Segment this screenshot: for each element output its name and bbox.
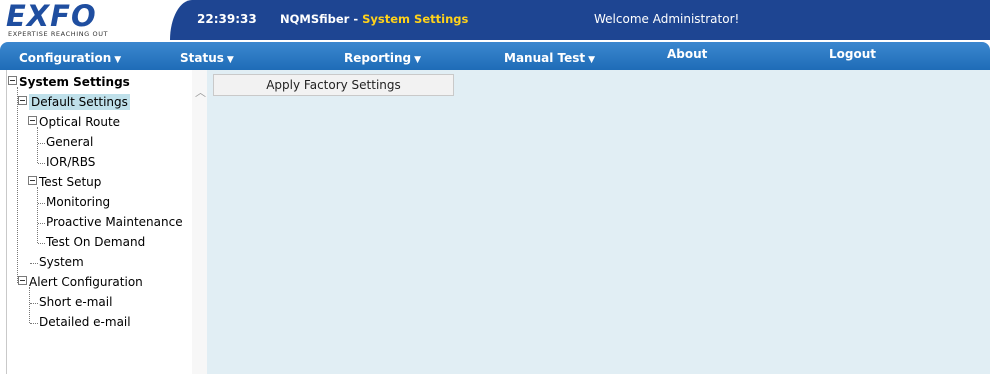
tree-node-label: System Settings xyxy=(19,75,130,89)
main-content: Apply Factory Settings xyxy=(207,70,990,374)
logo-text: EXFO xyxy=(6,0,97,33)
tree-connector xyxy=(37,127,38,163)
menu-about[interactable]: About xyxy=(667,47,707,61)
tree-node-short-email[interactable]: Short e-mail xyxy=(39,294,112,310)
tree-node-detailed-email[interactable]: Detailed e-mail xyxy=(39,314,131,330)
apply-factory-settings-button[interactable]: Apply Factory Settings xyxy=(213,74,454,96)
menu-reporting[interactable]: Reporting ▼ xyxy=(344,51,421,65)
tree-node-label: Optical Route xyxy=(39,115,121,129)
menu-logout[interactable]: Logout xyxy=(829,47,876,61)
tree-connector xyxy=(30,303,38,304)
tree-node-test-setup[interactable]: Test Setup xyxy=(28,174,101,190)
menu-bar: Configuration ▼ Status ▼ Reporting ▼ Manual… xyxy=(0,42,990,70)
tree-node-system-settings[interactable]: System Settings xyxy=(8,74,130,90)
tree-connector xyxy=(38,163,45,164)
tree-connector xyxy=(30,323,38,324)
menu-configuration-label: Configuration xyxy=(19,51,112,65)
menu-status-label: Status xyxy=(180,51,224,65)
tree-node-system[interactable]: System xyxy=(39,254,84,270)
tree-node-alert-configuration[interactable]: Alert Configuration xyxy=(18,274,143,290)
tree-node-label: Test Setup xyxy=(39,175,102,189)
collapse-icon[interactable] xyxy=(18,96,27,105)
tree-connector xyxy=(38,143,45,144)
tree-connector xyxy=(37,187,38,243)
menu-status[interactable]: Status ▼ xyxy=(180,51,234,65)
chevron-down-icon: ▼ xyxy=(588,55,596,65)
tree-connector xyxy=(38,223,45,224)
collapse-icon[interactable] xyxy=(28,176,37,185)
logo-tagline: EXPERTISE REACHING OUT xyxy=(8,30,109,38)
tree-node-monitoring[interactable]: Monitoring xyxy=(46,194,110,210)
tree-node-proactive-maintenance[interactable]: Proactive Maintenance xyxy=(46,214,183,230)
app-name: NQMSfiber xyxy=(280,12,350,26)
tree-connector xyxy=(30,263,38,264)
menu-reporting-label: Reporting xyxy=(344,51,412,65)
tree-connector xyxy=(29,287,30,323)
tree-node-label: Default Settings xyxy=(29,94,130,110)
clock: 22:39:33 xyxy=(197,12,257,26)
tree-connector xyxy=(17,87,18,283)
settings-tree-panel: System Settings Default Settings Optical… xyxy=(6,70,209,374)
tree-node-general[interactable]: General xyxy=(46,134,93,150)
tree-node-test-on-demand[interactable]: Test On Demand xyxy=(46,234,145,250)
tree-node-optical-route[interactable]: Optical Route xyxy=(28,114,120,130)
chevron-up-icon[interactable]: ︿ xyxy=(195,84,206,100)
welcome-message: Welcome Administrator! xyxy=(594,12,740,26)
tree-node-ior-rbs[interactable]: IOR/RBS xyxy=(46,154,95,170)
page-name: System Settings xyxy=(362,12,469,26)
chevron-down-icon: ▼ xyxy=(414,55,422,65)
tree-node-default-settings[interactable]: Default Settings xyxy=(18,94,130,110)
collapse-icon[interactable] xyxy=(8,76,17,85)
tree-connector xyxy=(38,203,45,204)
app-title: NQMSfiber - System Settings xyxy=(280,12,468,26)
chevron-down-icon: ▼ xyxy=(114,55,122,65)
chevron-down-icon: ▼ xyxy=(226,55,234,65)
collapse-icon[interactable] xyxy=(18,276,27,285)
tree-node-label: Alert Configuration xyxy=(29,275,143,289)
menu-manual-test-label: Manual Test xyxy=(504,51,586,65)
tree-connector xyxy=(38,243,45,244)
collapse-icon[interactable] xyxy=(28,116,37,125)
menu-manual-test[interactable]: Manual Test ▼ xyxy=(504,51,595,65)
header: EXFO EXPERTISE REACHING OUT 22:39:33 NQM… xyxy=(0,0,990,40)
logo: EXFO EXPERTISE REACHING OUT xyxy=(0,0,170,40)
title-separator: - xyxy=(349,12,363,26)
menu-configuration[interactable]: Configuration ▼ xyxy=(19,51,121,65)
